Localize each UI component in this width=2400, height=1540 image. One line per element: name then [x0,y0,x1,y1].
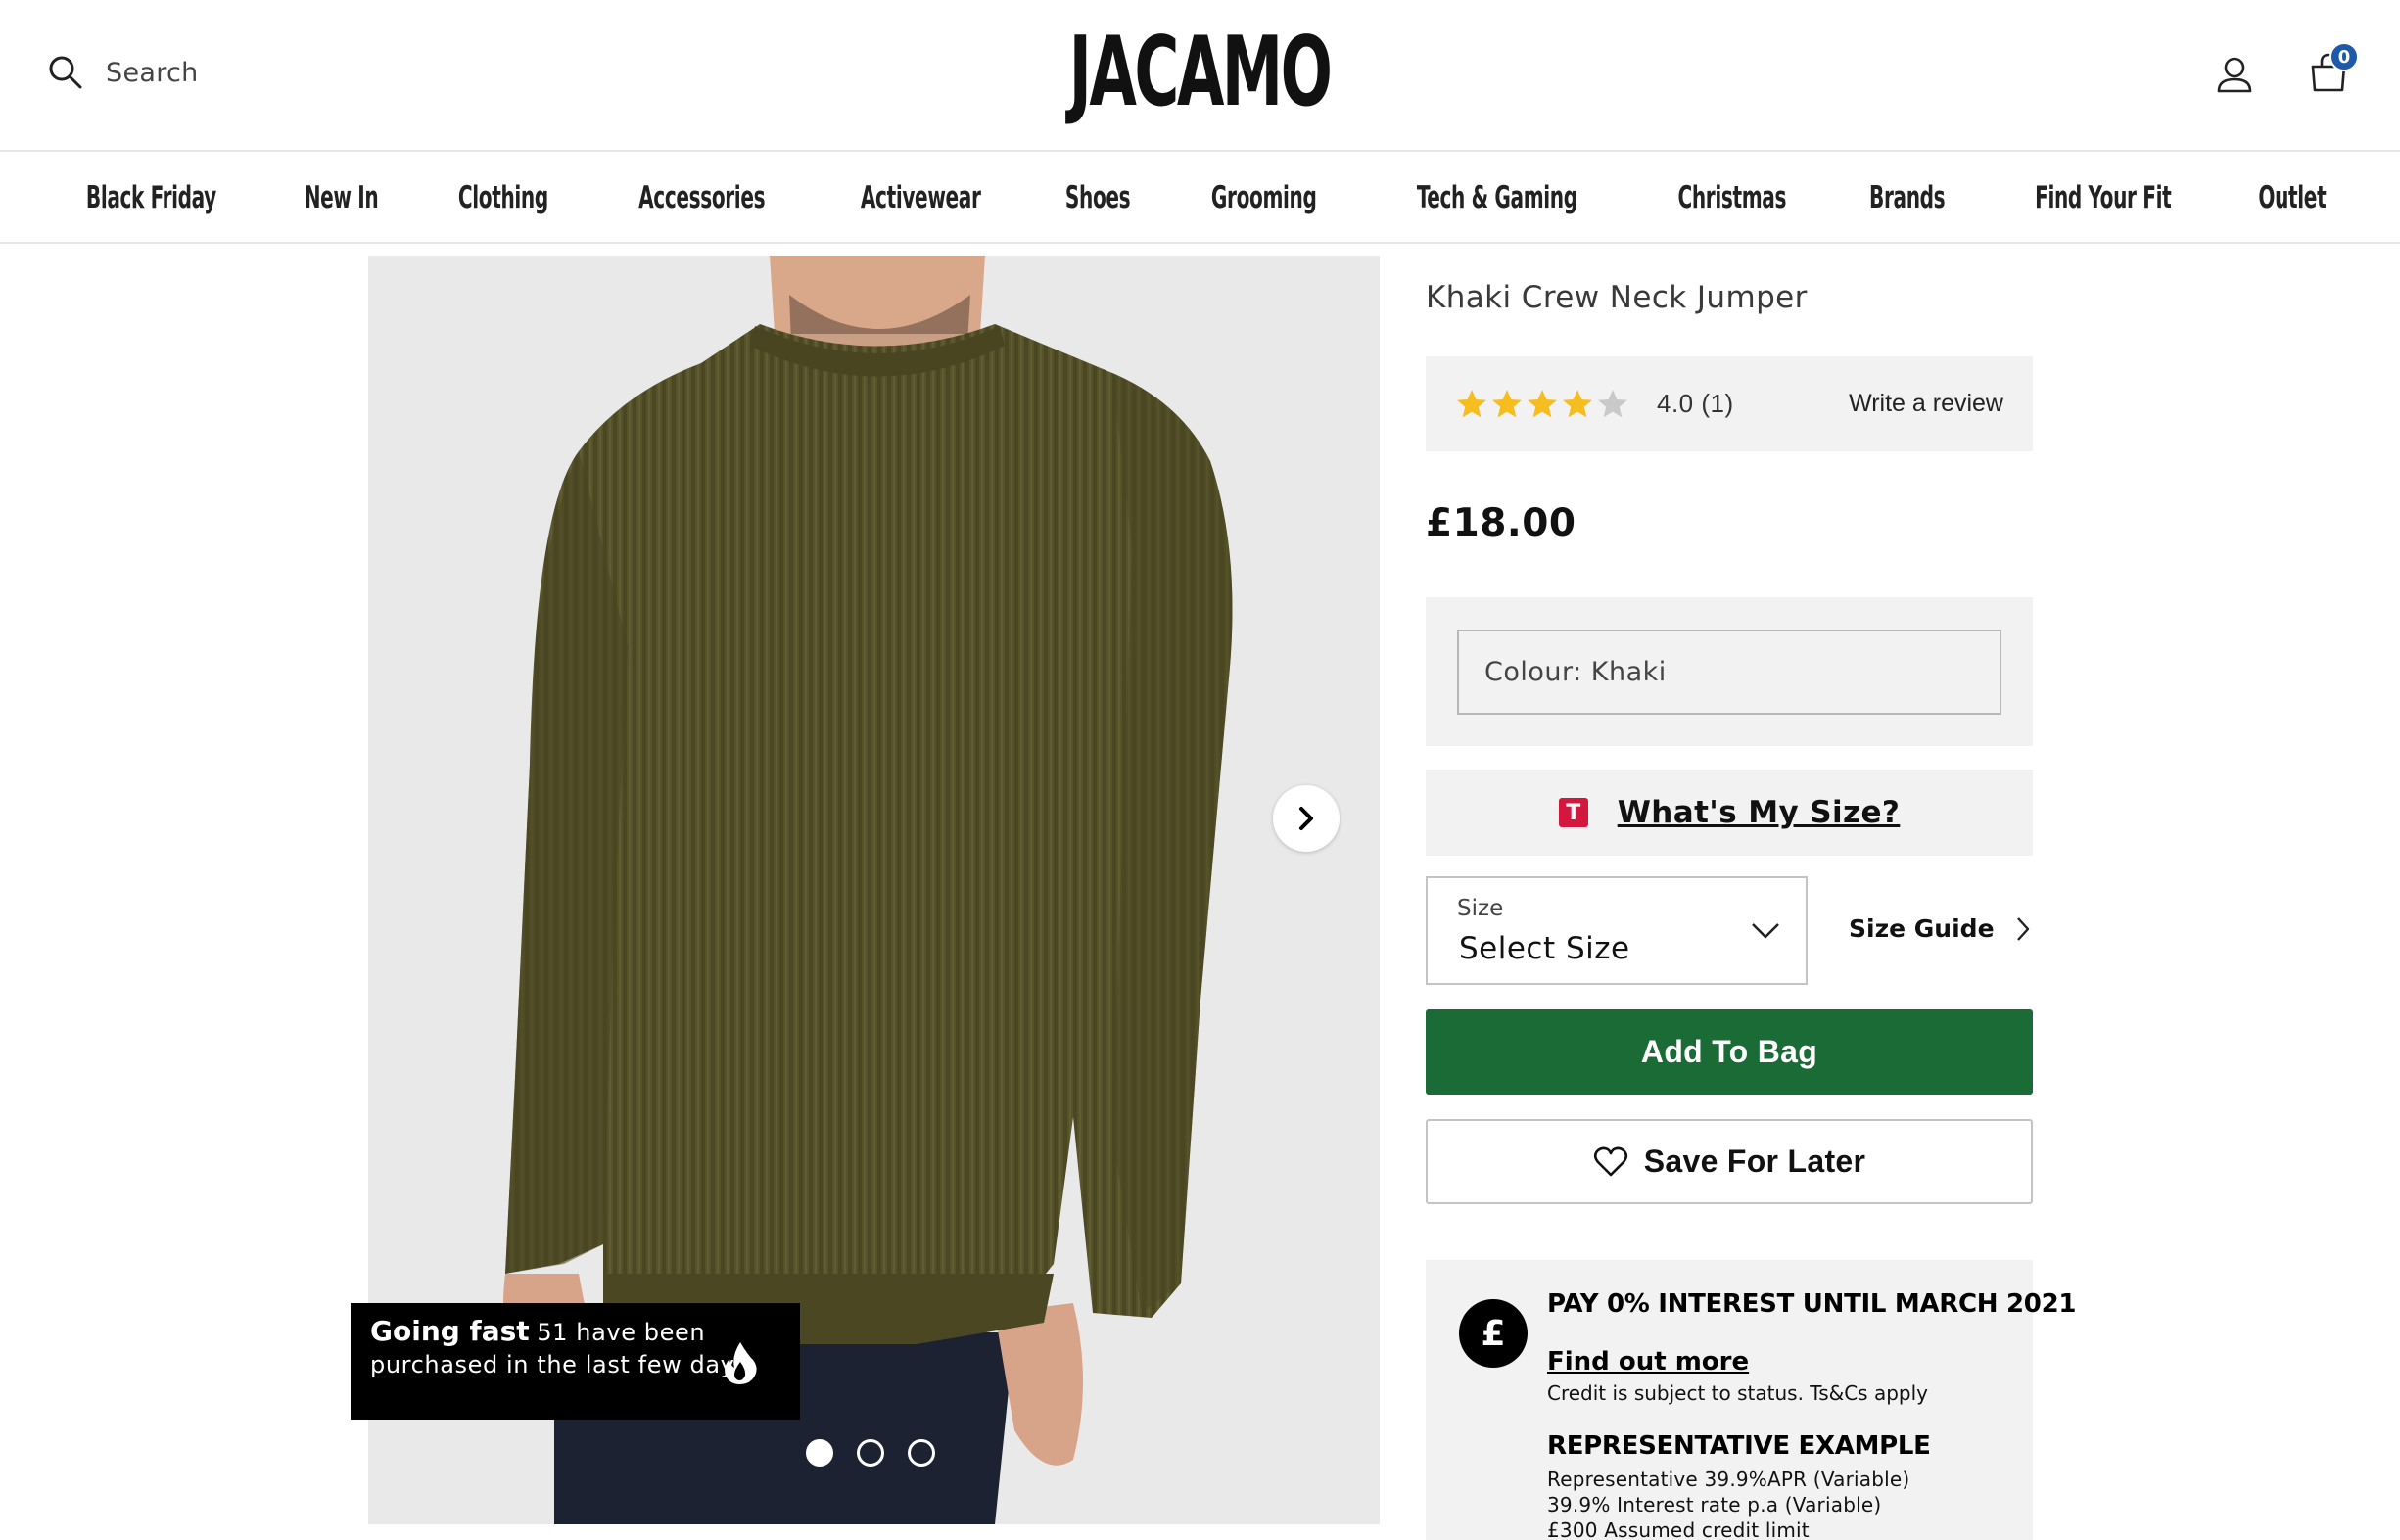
size-guide-link[interactable]: Size Guide [1849,914,2030,943]
true-fit-logo-icon: T [1558,798,1588,827]
star-rating [1455,388,1629,421]
find-out-more-link[interactable]: Find out more [1547,1347,1749,1377]
rating-box: 4.0 (1) Write a review [1426,356,2033,451]
size-select[interactable]: Size Select Size [1426,876,1808,985]
product-title: Khaki Crew Neck Jumper [1426,280,1808,315]
gallery-dot-3[interactable] [908,1439,935,1467]
nav-item-brands[interactable]: Brands [1869,180,1946,215]
star-icon [1528,389,1557,417]
pound-icon: £ [1459,1299,1528,1368]
rep-line: Representative 39.9%APR (Variable) [1547,1468,1910,1491]
nav-item-clothing[interactable]: Clothing [458,180,548,215]
add-to-bag-button[interactable]: Add To Bag [1426,1009,2033,1095]
gallery-dot-1[interactable] [806,1439,833,1467]
save-for-later-button[interactable]: Save For Later [1426,1119,2033,1204]
chevron-down-icon [1752,923,1779,939]
gallery-dot-2[interactable] [857,1439,884,1467]
account-icon[interactable] [2215,55,2254,94]
write-review-link[interactable]: Write a review [1849,390,2003,418]
search-placeholder[interactable]: Search [106,58,199,88]
star-icon [1563,389,1592,417]
star-empty-icon [1598,389,1627,417]
colour-section: Colour: Khaki [1426,597,2033,746]
size-guide-label: Size Guide [1849,914,1995,943]
chevron-right-icon [2016,916,2029,941]
gallery-dots [806,1439,935,1467]
representative-example-heading: REPRESENTATIVE EXAMPLE [1547,1431,1931,1461]
rep-line: £300 Assumed credit limit [1547,1518,1810,1540]
whats-my-size-link[interactable]: What's My Size? [1618,795,1901,830]
nav-item-find-your-fit[interactable]: Find Your Fit [2035,180,2172,215]
site-logo[interactable]: JACAMO [1069,17,1333,128]
rep-line: 39.9% Interest rate p.a (Variable) [1547,1493,1882,1517]
rating-value: 4.0 (1) [1657,389,1734,418]
chevron-right-icon [1299,807,1313,830]
nav-item-christmas[interactable]: Christmas [1677,180,1786,215]
credit-note: Credit is subject to status. Ts&Cs apply [1547,1381,1928,1405]
star-icon [1492,389,1522,417]
search-bar[interactable]: Search [47,54,199,91]
colour-field[interactable]: Colour: Khaki [1457,630,2001,715]
going-fast-badge: Going fast 51 have been purchased in the… [351,1303,800,1420]
credit-heading: PAY 0% INTEREST UNTIL MARCH 2021 [1547,1289,2077,1319]
review-count: (1) [1701,389,1734,418]
size-label: Size [1457,896,1504,921]
size-value: Select Size [1459,931,1630,966]
credit-info-box: £ PAY 0% INTEREST UNTIL MARCH 2021 Find … [1426,1260,2076,1540]
flame-icon [725,1342,757,1384]
whats-my-size-button[interactable]: T What's My Size? [1426,770,2033,856]
nav-item-outlet[interactable]: Outlet [2259,180,2327,215]
nav-item-grooming[interactable]: Grooming [1211,180,1317,215]
site-header: Search JACAMO 0 [0,0,2400,152]
star-icon [1457,389,1486,417]
save-for-later-label: Save For Later [1643,1143,1866,1179]
nav-item-black-friday[interactable]: Black Friday [86,180,216,215]
nav-item-activewear[interactable]: Activewear [861,180,981,215]
nav-item-accessories[interactable]: Accessories [638,180,765,215]
product-price: £18.00 [1426,501,1576,545]
main-navigation: Black Friday New In Clothing Accessories… [0,154,2400,244]
bag-count-badge: 0 [2329,42,2359,71]
nav-item-new-in[interactable]: New In [305,180,379,215]
heart-icon [1593,1146,1627,1176]
gallery-next-button[interactable] [1273,785,1340,852]
nav-item-shoes[interactable]: Shoes [1065,180,1131,215]
search-icon [49,56,82,89]
going-fast-title: Going fast [370,1315,530,1347]
nav-item-tech-gaming[interactable]: Tech & Gaming [1417,180,1577,215]
